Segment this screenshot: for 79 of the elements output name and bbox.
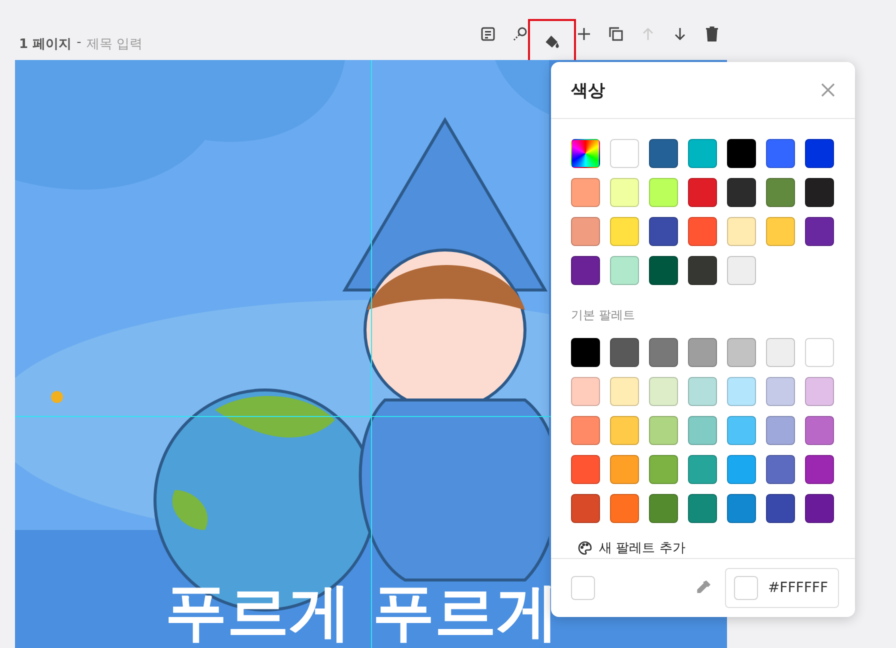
color-swatch[interactable] [805,455,834,484]
color-swatch[interactable] [571,455,600,484]
color-swatch[interactable] [727,256,756,285]
color-swatch[interactable] [688,455,717,484]
color-swatch[interactable] [805,217,834,246]
page-number: 1 페이지 [19,36,72,52]
color-swatch[interactable] [727,455,756,484]
color-swatch[interactable] [766,494,795,523]
hex-value: #FFFFFF [768,580,828,596]
hex-color-swatch [734,576,758,600]
plus-icon [575,25,593,43]
section-label: 기본 팔레트 [570,307,636,324]
color-swatch[interactable] [649,494,678,523]
color-swatch[interactable] [727,217,756,246]
color-swatch[interactable] [688,217,717,246]
color-swatch[interactable] [649,178,678,207]
color-swatch[interactable] [610,338,639,367]
color-swatch[interactable] [805,416,834,445]
color-swatch[interactable] [571,256,600,285]
close-icon[interactable] [821,83,835,97]
color-swatch[interactable] [688,256,717,285]
color-swatch[interactable] [688,494,717,523]
color-swatch[interactable] [649,377,678,406]
panel-title: 색상 [571,80,605,102]
color-swatch[interactable] [571,338,600,367]
color-swatch[interactable] [805,139,834,168]
color-swatch[interactable] [766,178,795,207]
color-swatch[interactable] [688,178,717,207]
color-swatch[interactable] [610,217,639,246]
color-swatch[interactable] [610,494,639,523]
hex-input-field[interactable]: #FFFFFF [724,568,839,608]
color-swatch[interactable] [649,455,678,484]
color-swatch[interactable] [688,416,717,445]
color-swatch[interactable] [649,217,678,246]
color-swatch[interactable] [610,178,639,207]
palette-icon [577,540,593,556]
color-picker-swatch[interactable] [571,139,600,168]
color-swatch[interactable] [727,178,756,207]
current-color-swatch[interactable] [571,576,595,600]
color-swatch[interactable] [766,139,795,168]
color-swatch[interactable] [766,217,795,246]
magnifier-icon [511,25,529,43]
note-icon [479,25,497,43]
color-swatch[interactable] [805,494,834,523]
copy-icon [607,25,625,43]
color-swatch[interactable] [766,416,795,445]
color-swatch[interactable] [649,256,678,285]
add-palette-link[interactable]: 새 팔레트 추가 [551,523,855,557]
color-swatch[interactable] [571,217,600,246]
color-swatch[interactable] [727,416,756,445]
color-swatch[interactable] [766,455,795,484]
color-swatch[interactable] [649,139,678,168]
color-swatch[interactable] [610,377,639,406]
color-swatch[interactable] [688,139,717,168]
separator: - [76,34,82,52]
color-swatch[interactable] [766,338,795,367]
color-swatch[interactable] [571,416,600,445]
color-swatch[interactable] [688,338,717,367]
color-swatch[interactable] [727,139,756,168]
color-swatch[interactable] [805,377,834,406]
color-swatch[interactable] [610,139,639,168]
color-swatch[interactable] [571,377,600,406]
color-swatch[interactable] [805,338,834,367]
color-swatch[interactable] [610,256,639,285]
color-swatch[interactable] [727,338,756,367]
color-swatch[interactable] [688,377,717,406]
color-swatch[interactable] [727,377,756,406]
paint-bucket-icon [543,33,561,51]
color-swatch[interactable] [649,338,678,367]
color-swatch[interactable] [610,455,639,484]
color-swatch[interactable] [727,494,756,523]
color-swatch[interactable] [610,416,639,445]
trash-icon [703,25,721,43]
color-swatch[interactable] [649,416,678,445]
color-swatch[interactable] [805,178,834,207]
color-swatch[interactable] [571,178,600,207]
color-swatch[interactable] [766,377,795,406]
color-swatch[interactable] [571,494,600,523]
add-palette-label: 새 팔레트 추가 [599,540,686,557]
